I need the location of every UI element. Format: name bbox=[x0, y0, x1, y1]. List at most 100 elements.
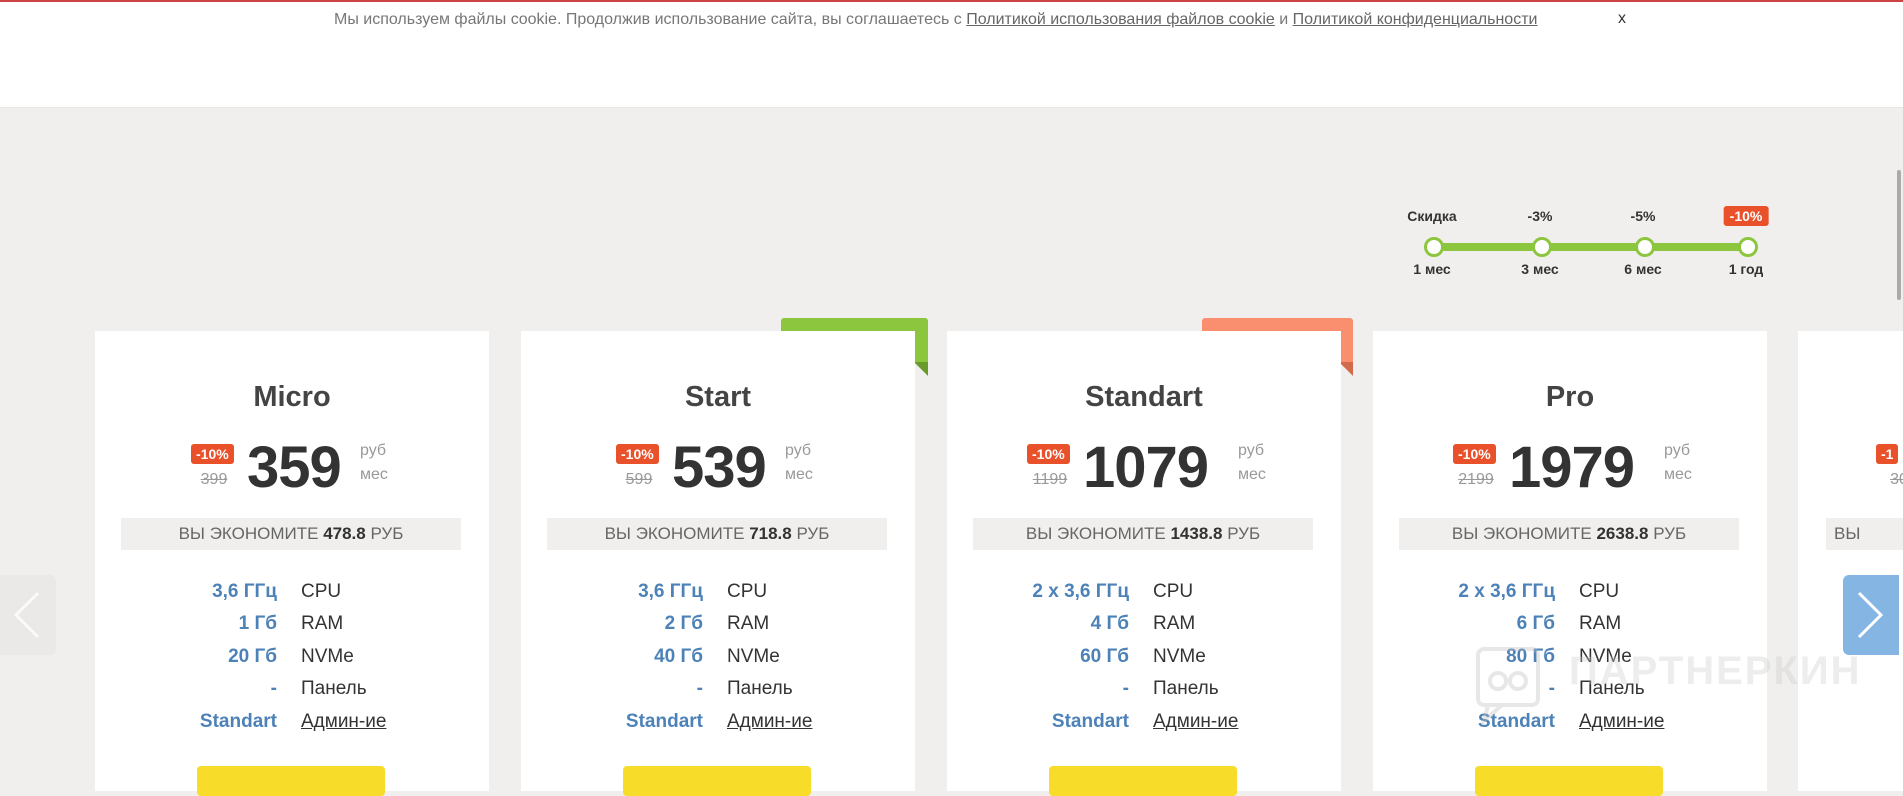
spec-value: Standart bbox=[199, 711, 277, 732]
savings-label: ВЫ ЭКОНОМИТЕ bbox=[1025, 524, 1171, 543]
spec-row: - Панель bbox=[947, 678, 1341, 704]
spec-row: 6 Гб RAM bbox=[1373, 613, 1767, 639]
plan-card-1: Start -10% 599 539 руб мес ВЫ ЭКОНОМИТЕ … bbox=[521, 331, 915, 796]
spec-row: 2 x 3,6 ГГц CPU bbox=[1373, 581, 1767, 607]
plan-title: Start bbox=[684, 381, 752, 413]
discount-label-2: -5% bbox=[1630, 208, 1656, 224]
discount-label-3: -10% bbox=[1723, 206, 1769, 226]
privacy-policy-link[interactable]: Политикой конфиденциальности bbox=[1293, 11, 1538, 28]
spec-row: 60 Гб NVMe bbox=[947, 646, 1341, 672]
spec-value: - bbox=[696, 678, 703, 699]
price-period: мес bbox=[1664, 466, 1692, 483]
spec-value: 1 Гб bbox=[238, 613, 277, 634]
spec-key: CPU bbox=[727, 581, 768, 602]
plan-price: 539 bbox=[672, 435, 767, 500]
spec-key: RAM bbox=[1579, 613, 1622, 634]
savings-bar: ВЫ ЭКОНОМИТЕ 1438.8 РУБ bbox=[973, 518, 1313, 550]
spec-value: 3,6 ГГц bbox=[638, 581, 703, 602]
spec-value: 20 Гб bbox=[228, 646, 277, 667]
price-currency: руб bbox=[1238, 442, 1265, 459]
spec-value: 6 Гб bbox=[1516, 613, 1555, 634]
period-dot-1-year[interactable] bbox=[1738, 237, 1758, 257]
spec-row: - Панель bbox=[521, 678, 915, 704]
price-period: мес bbox=[360, 466, 388, 483]
period-label-3: 1 год bbox=[1728, 261, 1764, 277]
plan-title: Pro bbox=[1545, 381, 1595, 413]
spec-key: CPU bbox=[1153, 581, 1194, 602]
spec-value: Standart bbox=[625, 711, 703, 732]
savings-value: 2638.8 bbox=[1596, 524, 1649, 543]
chevron-left-icon bbox=[13, 591, 40, 639]
spec-value: - bbox=[1122, 678, 1129, 699]
savings-value: 1438.8 bbox=[1170, 524, 1223, 543]
spec-value: 3,6 ГГц bbox=[212, 581, 277, 602]
spec-value: Standart bbox=[1051, 711, 1129, 732]
spec-key: CPU bbox=[301, 581, 342, 602]
spec-row: Standart Админ-ие bbox=[947, 711, 1341, 737]
period-label-1: 3 мес bbox=[1521, 261, 1559, 277]
period-dot-3-month[interactable] bbox=[1532, 237, 1552, 257]
cookie-conj: и bbox=[1274, 11, 1293, 28]
admin-link[interactable]: Админ-ие bbox=[1153, 711, 1238, 733]
discount-track[interactable] bbox=[1432, 243, 1746, 251]
spec-value: 40 Гб bbox=[654, 646, 703, 667]
popular-ribbon-fold bbox=[914, 362, 928, 376]
spec-key: RAM bbox=[301, 613, 344, 634]
spec-value: 2 Гб bbox=[664, 613, 703, 634]
price-period: мес bbox=[1238, 466, 1266, 483]
spec-value: 2 x 3,6 ГГц bbox=[1458, 581, 1555, 602]
spec-row: Standart Админ-ие bbox=[95, 711, 489, 737]
spec-row: 2 Гб RAM bbox=[521, 613, 915, 639]
spec-key: CPU bbox=[1579, 581, 1620, 602]
watermark-logo-icon bbox=[1476, 647, 1540, 727]
watermark-text: ПАРТНЕРКИН bbox=[1569, 649, 1862, 693]
savings-unit: РУБ bbox=[791, 524, 830, 543]
savings-value: 478.8 bbox=[323, 524, 366, 543]
order-button[interactable] bbox=[1049, 766, 1237, 796]
spec-value: 60 Гб bbox=[1080, 646, 1129, 667]
spec-row: 3,6 ГГц CPU bbox=[521, 581, 915, 607]
price-currency: руб bbox=[360, 442, 387, 459]
spec-key: Панель bbox=[727, 678, 793, 699]
recommended-ribbon-fold bbox=[1339, 362, 1353, 376]
cookie-close-button[interactable]: x bbox=[1618, 10, 1626, 28]
discount-label-0: Скидка bbox=[1407, 208, 1457, 224]
savings-unit: РУБ bbox=[1648, 524, 1687, 543]
discount-period-slider: Скидка -3% -5% -10% 1 мес 3 мес 6 мес 1 … bbox=[1380, 196, 1780, 296]
plan-price: 1979 bbox=[1509, 435, 1635, 500]
savings-unit: РУБ bbox=[365, 524, 404, 543]
plan-card-0: Micro -10% 399 359 руб мес ВЫ ЭКОНОМИТЕ … bbox=[95, 331, 489, 796]
spec-row: Standart Админ-ие bbox=[521, 711, 915, 737]
old-price: 599 bbox=[625, 471, 653, 488]
spec-row: 20 Гб NVMe bbox=[95, 646, 489, 672]
spec-row: 4 Гб RAM bbox=[947, 613, 1341, 639]
chevron-right-icon bbox=[1857, 591, 1884, 639]
savings-label: ВЫ ЭКОНОМИТЕ bbox=[178, 524, 324, 543]
plan-card-2: Standart -10% 1199 1079 руб мес ВЫ ЭКОНО… bbox=[947, 331, 1341, 796]
order-button[interactable] bbox=[197, 766, 385, 796]
plan-price: 359 bbox=[247, 435, 342, 500]
discount-label-1: -3% bbox=[1527, 208, 1553, 224]
spec-key: RAM bbox=[1153, 613, 1196, 634]
scrollbar[interactable] bbox=[1889, 0, 1903, 777]
spec-key: Панель bbox=[1153, 678, 1219, 699]
cookie-text: Мы используем файлы cookie. Продолжив ис… bbox=[334, 11, 1537, 29]
spec-row: 40 Гб NVMe bbox=[521, 646, 915, 672]
discount-badge: -10% bbox=[191, 444, 234, 464]
spec-value: 2 x 3,6 ГГц bbox=[1032, 581, 1129, 602]
spec-key: NVMe bbox=[727, 646, 780, 667]
partnerkin-watermark: ПАРТНЕРКИН bbox=[1474, 645, 1860, 727]
savings-label: ВЫ ЭКОНОМИТЕ bbox=[1451, 524, 1597, 543]
spec-value: - bbox=[270, 678, 277, 699]
period-dot-6-month[interactable] bbox=[1635, 237, 1655, 257]
scrollbar-thumb[interactable] bbox=[1897, 170, 1901, 300]
old-price: 399 bbox=[200, 471, 228, 488]
period-dot-1-month[interactable] bbox=[1424, 237, 1444, 257]
admin-link[interactable]: Админ-ие bbox=[727, 711, 812, 733]
order-button[interactable] bbox=[1475, 766, 1663, 796]
cookie-message: Мы используем файлы cookie. Продолжив ис… bbox=[334, 11, 967, 28]
cookie-policy-link[interactable]: Политикой использования файлов cookie bbox=[966, 11, 1275, 28]
order-button[interactable] bbox=[623, 766, 811, 796]
admin-link[interactable]: Админ-ие bbox=[301, 711, 386, 733]
carousel-prev-button[interactable] bbox=[0, 575, 56, 655]
